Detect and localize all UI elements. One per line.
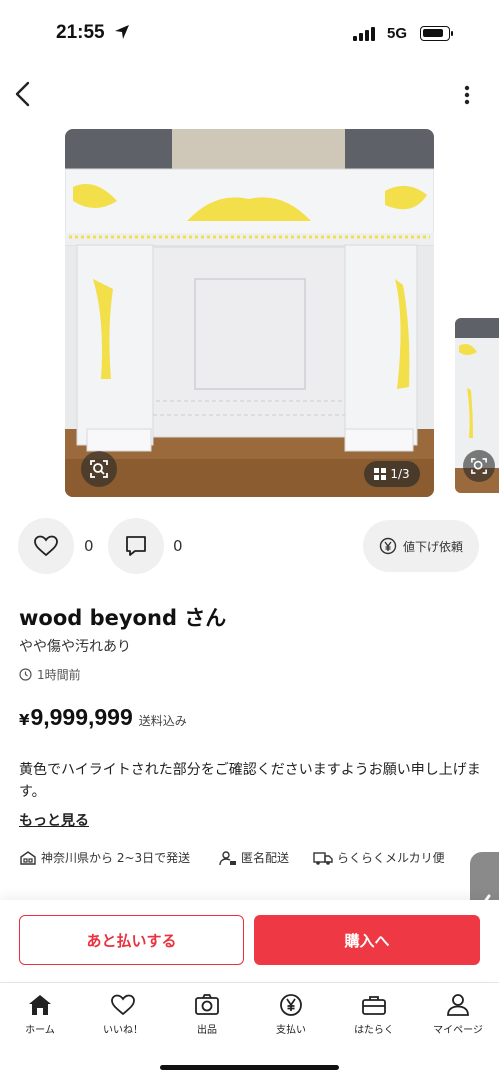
tab-sell[interactable]: 出品 xyxy=(172,993,242,1036)
camera-icon xyxy=(195,994,219,1015)
clock-icon xyxy=(19,668,32,681)
tab-mypage-label: マイページ xyxy=(433,1025,483,1036)
person-icon xyxy=(447,994,469,1016)
tab-likes[interactable]: いいね！ xyxy=(88,993,158,1036)
comment-icon xyxy=(126,536,146,556)
shipping-fee-note: 送料込み xyxy=(138,714,187,728)
anonymous-shipping-label: 匿名配送 xyxy=(241,851,290,865)
shipping-method-label: らくらくメルカリ便 xyxy=(337,851,445,865)
back-icon[interactable] xyxy=(10,80,38,108)
gallery-grid-icon xyxy=(374,468,387,480)
status-time: 21:55 xyxy=(56,22,105,43)
tab-payment-label: 支払い xyxy=(276,1025,306,1036)
tab-mypage[interactable]: マイページ xyxy=(423,993,493,1036)
product-photo[interactable]: 1/3 xyxy=(65,129,434,497)
heart-icon xyxy=(34,535,58,557)
posted-time-label: 1時間前 xyxy=(37,668,81,682)
product-photo-image xyxy=(65,129,434,497)
posted-time: 1時間前 xyxy=(19,666,81,683)
briefcase-icon xyxy=(362,996,386,1015)
price-request-button[interactable]: 値下げ依頼 xyxy=(363,520,479,572)
more-options-icon[interactable] xyxy=(457,84,477,106)
comment-button[interactable] xyxy=(108,518,164,574)
zoom-scan-icon xyxy=(471,458,487,474)
home-indicator xyxy=(160,1065,339,1070)
heart-icon xyxy=(111,994,135,1016)
battery-icon xyxy=(420,26,453,41)
photo-counter: 1/3 xyxy=(364,461,420,487)
like-button[interactable] xyxy=(18,518,74,574)
tab-sell-label: 出品 xyxy=(197,1025,217,1036)
warehouse-icon xyxy=(20,850,36,865)
tab-home-label: ホーム xyxy=(25,1025,55,1036)
item-description: 黄色でハイライトされた部分をご確認くださいますようお願い申し上げます。 xyxy=(19,762,481,800)
see-more-link[interactable]: もっと見る xyxy=(19,810,89,830)
tab-likes-label: いいね！ xyxy=(103,1025,143,1036)
location-arrow-icon xyxy=(115,25,129,39)
shipping-method: らくらくメルカリ便 xyxy=(313,849,445,866)
tab-home[interactable]: ホーム xyxy=(5,993,75,1036)
yen-circle-icon xyxy=(379,537,397,555)
status-bar: 21:55 5G xyxy=(0,0,499,64)
network-type: 5G xyxy=(387,25,408,42)
currency-symbol: ¥ xyxy=(19,711,30,729)
item-price: ¥ 9,999,999 送料込み xyxy=(19,704,187,731)
comment-count: 0 xyxy=(173,537,183,555)
tab-work[interactable]: はたらく xyxy=(339,993,409,1036)
anonymous-user-icon xyxy=(219,850,236,865)
photo-counter-label: 1/3 xyxy=(390,467,410,481)
zoom-scan-icon xyxy=(90,460,108,478)
shipping-origin-label: 神奈川県から 2~3日で発送 xyxy=(41,851,191,865)
purchase-action-bar: あと払いする 購入へ xyxy=(0,900,499,980)
home-icon xyxy=(29,995,51,1015)
item-condition: やや傷や汚れあり xyxy=(19,639,131,655)
anonymous-shipping: 匿名配送 xyxy=(219,849,289,866)
zoom-button-next[interactable] xyxy=(463,450,495,482)
like-count: 0 xyxy=(84,537,94,555)
tab-work-label: はたらく xyxy=(354,1025,394,1036)
truck-icon xyxy=(313,851,333,865)
price-request-label: 値下げ依頼 xyxy=(402,539,463,554)
yen-icon xyxy=(280,994,302,1016)
shipping-origin: 神奈川県から 2~3日で発送 xyxy=(19,849,190,866)
buy-button[interactable]: 購入へ xyxy=(254,915,480,965)
price-amount: 9,999,999 xyxy=(30,704,133,730)
pay-later-button[interactable]: あと払いする xyxy=(19,915,244,965)
tab-payment[interactable]: 支払い xyxy=(256,993,326,1036)
next-photo[interactable] xyxy=(455,318,499,493)
zoom-button[interactable] xyxy=(81,451,117,487)
signal-icon xyxy=(353,27,377,41)
seller-name[interactable]: wood beyond さん xyxy=(19,602,226,632)
